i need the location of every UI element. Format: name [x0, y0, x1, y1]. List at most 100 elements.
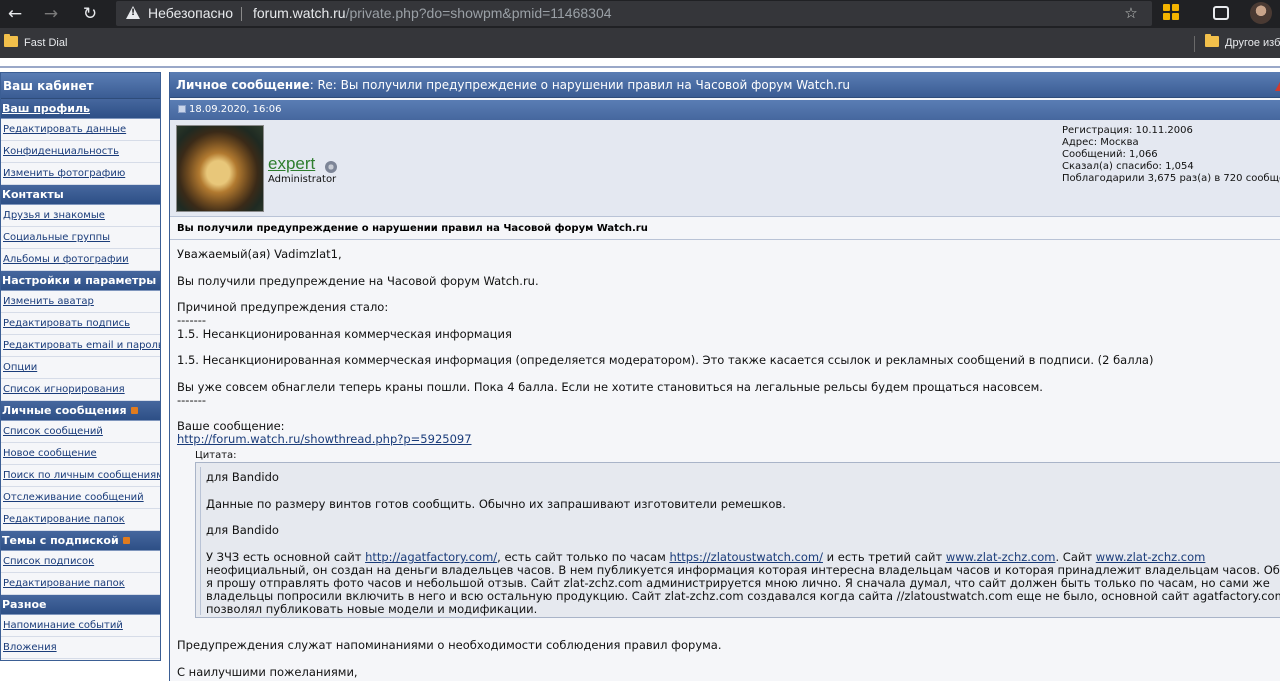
bookmark-label: Fast Dial: [24, 37, 68, 49]
back-arrow-icon[interactable]: ←: [4, 3, 26, 25]
quote-text: , есть сайт только по часам: [497, 550, 670, 564]
page-top-area: [0, 58, 1280, 72]
sidebar-header-label: Темы с подпиской: [2, 534, 119, 547]
quote-label: Цитата:: [195, 450, 237, 461]
bookmarks-bar: Fast Dial Другое избр: [0, 28, 1280, 58]
sidebar-header-subscriptions: Темы с подпиской: [1, 531, 160, 551]
sidebar-header-label: Личные сообщения: [2, 404, 127, 417]
sidebar-item-edit-subscription-folders[interactable]: Редактирование папок: [1, 573, 160, 595]
sidebar-item-ignore-list[interactable]: Список игнорирования: [1, 379, 160, 401]
reason-short: 1.5. Несанкционированная коммерческая ин…: [177, 327, 512, 341]
browser-chrome: ← → ↻ Небезопасно forum.watch.ru/private…: [0, 0, 1280, 58]
message-title-prefix: Личное сообщение: [176, 78, 310, 92]
sidebar-item-albums[interactable]: Альбомы и фотографии: [1, 249, 160, 271]
sidebar-item-track-messages[interactable]: Отслеживание сообщений: [1, 487, 160, 509]
link-zlat-zchz-2[interactable]: www.zlat-zchz.com: [1096, 550, 1206, 564]
folder-icon: [1205, 34, 1219, 47]
report-icon[interactable]: [1275, 80, 1280, 91]
quote-content: для Bandido Данные по размеру винтов гот…: [200, 467, 1280, 616]
thread-link[interactable]: http://forum.watch.ru/showthread.php?p=5…: [177, 432, 472, 446]
url-text[interactable]: forum.watch.ru/private.php?do=showpm&pmi…: [253, 5, 612, 21]
quote-text: . Сайт: [1055, 550, 1096, 564]
sidebar-header-profile[interactable]: Ваш профиль: [1, 99, 160, 119]
message-date-bar: 18.09.2020, 16:06: [170, 100, 1280, 120]
reload-icon[interactable]: ↻: [79, 3, 101, 25]
greeting: Уважаемый(ая) Vadimzlat1,: [177, 247, 342, 261]
message-title-bar: Личное сообщение: Re: Вы получили предуп…: [170, 72, 1280, 98]
sidebar-item-friends[interactable]: Друзья и знакомые: [1, 205, 160, 227]
address-bar[interactable]: Небезопасно forum.watch.ru/private.php?d…: [116, 1, 1152, 26]
sender-avatar[interactable]: [176, 125, 264, 212]
sidebar-item-search-messages[interactable]: Поиск по личным сообщениям: [1, 465, 160, 487]
forward-arrow-icon[interactable]: →: [40, 3, 62, 25]
sidebar-item-privacy[interactable]: Конфиденциальность: [1, 141, 160, 163]
extension-grid-icon[interactable]: [1163, 4, 1181, 22]
reason-full: 1.5. Несанкционированная коммерческая ин…: [177, 353, 1154, 367]
sidebar-item-change-avatar[interactable]: Изменить аватар: [1, 291, 160, 313]
bookmark-fast-dial[interactable]: Fast Dial: [4, 34, 68, 49]
folder-icon: [4, 34, 18, 47]
sender-stats: Регистрация: 10.11.2006 Адрес: Москва Со…: [1062, 125, 1280, 185]
sidebar-item-new-message[interactable]: Новое сообщение: [1, 443, 160, 465]
quote-line-3: для Bandido: [206, 523, 279, 537]
bookmark-other[interactable]: Другое избр: [1205, 34, 1280, 49]
rss-icon[interactable]: [122, 537, 130, 544]
footer-note: Предупреждения служат напоминаниями о не…: [177, 638, 722, 652]
bookmark-star-icon[interactable]: ☆: [1122, 4, 1140, 22]
sidebar-item-event-reminders[interactable]: Напоминание событий: [1, 615, 160, 637]
post-icon: [178, 105, 186, 113]
private-message-panel: Личное сообщение: Re: Вы получили предуп…: [169, 72, 1280, 681]
quote-line-1: для Bandido: [206, 470, 279, 484]
link-zlat-zchz-1[interactable]: www.zlat-zchz.com: [946, 550, 1056, 564]
sidebar-item-edit-signature[interactable]: Редактировать подпись: [1, 313, 160, 335]
user-cp-sidebar: Ваш кабинет Ваш профиль Редактировать да…: [0, 72, 161, 661]
quote-text: У ЗЧЗ есть основной сайт: [206, 550, 366, 564]
url-host: forum.watch.ru: [253, 5, 346, 21]
stat-address: Адрес: Москва: [1062, 137, 1139, 148]
regards: С наилучшими пожеланиями,: [177, 665, 358, 679]
sidebar-item-social-groups[interactable]: Социальные группы: [1, 227, 160, 249]
page-top-divider: [0, 66, 1280, 68]
browser-toolbar: ← → ↻ Небезопасно forum.watch.ru/private…: [0, 0, 1280, 28]
sender-username[interactable]: expert: [268, 154, 315, 174]
bookmark-label: Другое избр: [1225, 37, 1280, 49]
sidebar-item-edit-profile[interactable]: Редактировать данные: [1, 119, 160, 141]
insecure-label[interactable]: Небезопасно: [148, 5, 233, 21]
sidebar-item-options[interactable]: Опции: [1, 357, 160, 379]
warning-icon[interactable]: [126, 6, 140, 19]
collections-icon[interactable]: [1213, 6, 1229, 20]
sidebar-header-misc: Разное: [1, 595, 160, 615]
sidebar-item-attachments[interactable]: Вложения: [1, 637, 160, 659]
bookmarks-separator: [1194, 36, 1195, 52]
reason-label: Причиной предупреждения стало:: [177, 300, 389, 314]
dashes-bottom: -------: [177, 393, 207, 407]
message-date: 18.09.2020, 16:06: [189, 104, 282, 115]
rss-icon[interactable]: [130, 407, 138, 414]
offline-status-icon: [325, 161, 337, 173]
message-subject: Вы получили предупреждение о нарушении п…: [170, 218, 1280, 240]
url-path: /private.php?do=showpm&pmid=11468304: [345, 5, 612, 21]
sidebar-item-edit-folders[interactable]: Редактирование папок: [1, 509, 160, 531]
stat-thanks-received: Поблагодарили 3,675 раз(а) в 720 сообщен: [1062, 173, 1280, 184]
stat-thanks-given: Сказал(а) спасибо: 1,054: [1062, 161, 1194, 172]
sidebar-item-message-list[interactable]: Список сообщений: [1, 421, 160, 443]
sender-info: expert Administrator Регистрация: 10.11.…: [170, 120, 1280, 217]
quote-text: и есть третий сайт: [822, 550, 946, 564]
sidebar-header-settings: Настройки и параметры: [1, 271, 160, 291]
link-agatfactory[interactable]: http://agatfactory.com/: [365, 550, 497, 564]
sidebar-header-private-messages: Личные сообщения: [1, 401, 160, 421]
link-zlatoustwatch[interactable]: https://zlatoustwatch.com/: [669, 550, 823, 564]
quote-block: для Bandido Данные по размеру винтов гот…: [195, 462, 1280, 618]
sidebar-item-edit-photo[interactable]: Изменить фотографию: [1, 163, 160, 185]
dashes-top: -------: [177, 313, 207, 327]
quote-line-8: позволял публиковать новые модели и моди…: [206, 602, 538, 616]
moderator-note: Вы уже совсем обнаглели теперь краны пош…: [177, 380, 1043, 394]
stat-posts: Сообщений: 1,066: [1062, 149, 1158, 160]
profile-avatar-icon[interactable]: [1250, 2, 1272, 24]
sender-usertitle: Administrator: [268, 174, 337, 185]
sidebar-item-subscription-list[interactable]: Список подписок: [1, 551, 160, 573]
quote-line-2: Данные по размеру винтов готов сообщить.…: [206, 497, 786, 511]
address-separator: [241, 7, 242, 21]
sidebar-item-edit-email-password[interactable]: Редактировать email и пароль: [1, 335, 160, 357]
sidebar-title: Ваш кабинет: [1, 73, 160, 99]
